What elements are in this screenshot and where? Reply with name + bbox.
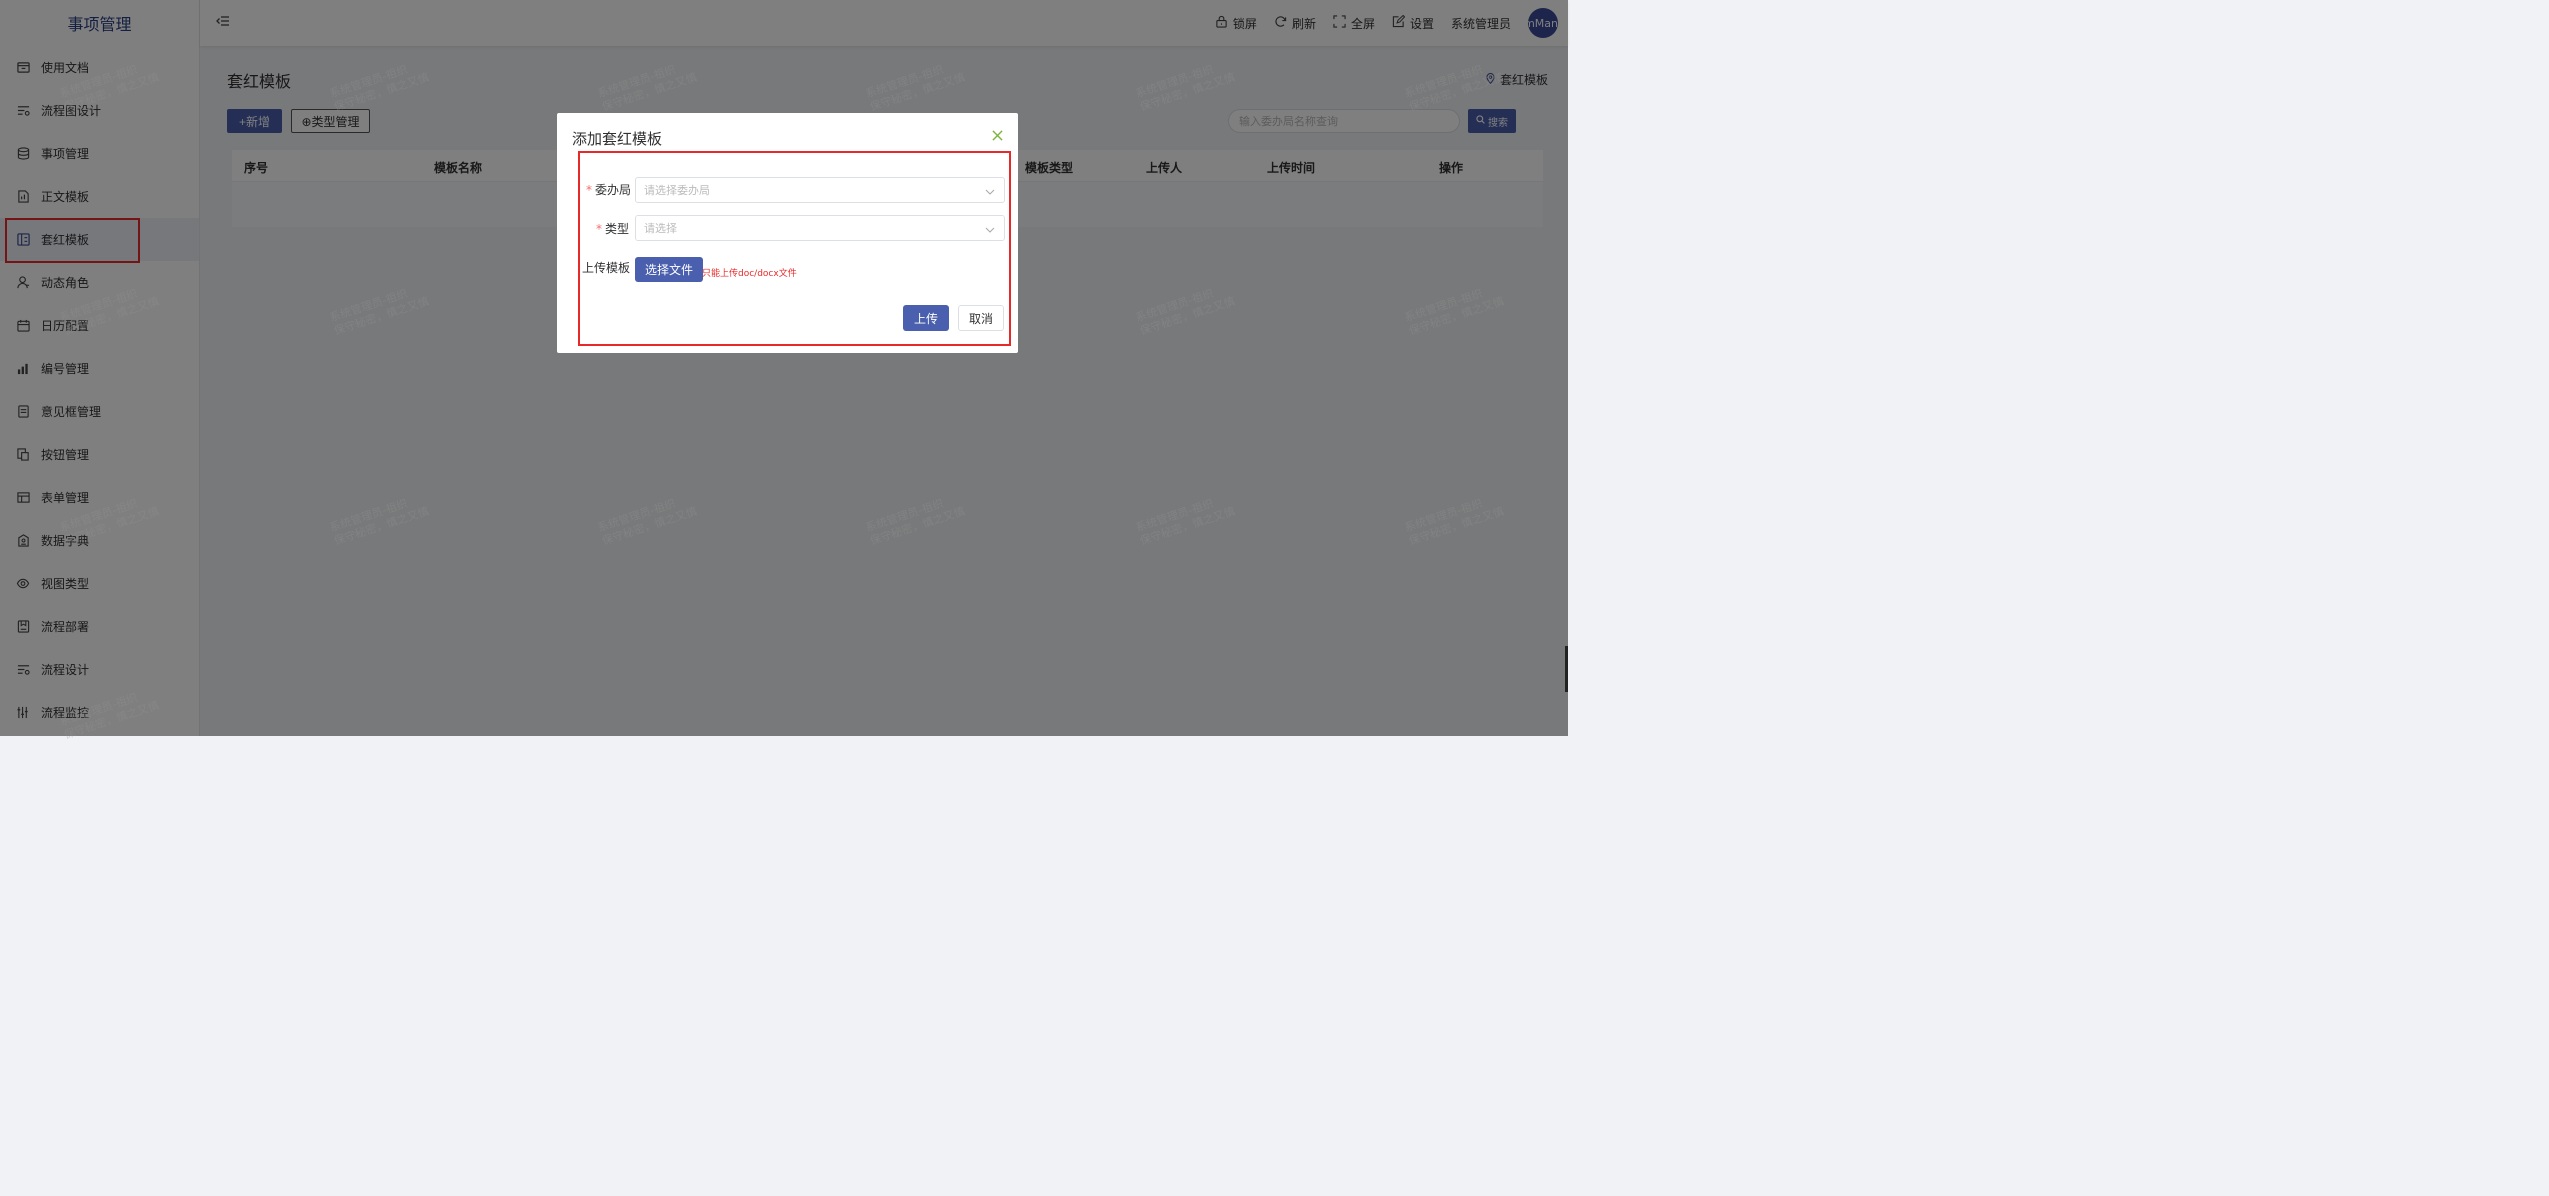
- upload-label: 上传模板: [582, 261, 631, 275]
- scrollbar-thumb[interactable]: [1565, 646, 1568, 692]
- bureau-placeholder: 请选择委办局: [644, 184, 710, 197]
- upload-button[interactable]: 上传: [903, 305, 949, 331]
- close-icon[interactable]: [992, 130, 1004, 142]
- cancel-button[interactable]: 取消: [958, 305, 1004, 331]
- bureau-label: * 委办局: [586, 183, 632, 197]
- type-placeholder: 请选择: [644, 222, 677, 235]
- modal-overlay[interactable]: [0, 0, 1568, 736]
- choose-file-button[interactable]: 选择文件: [635, 257, 703, 282]
- bureau-select[interactable]: 请选择委办局: [635, 177, 1005, 203]
- file-type-hint: 只能上传doc/docx文件: [702, 269, 797, 279]
- add-template-dialog: 添加套红模板 * 委办局 请选择委办局 * 类型 请选择 上传模板 选择文件 只能上…: [557, 113, 1018, 353]
- dialog-title: 添加套红模板: [572, 130, 663, 148]
- chevron-down-icon: [985, 224, 995, 237]
- type-select[interactable]: 请选择: [635, 215, 1005, 241]
- type-label: * 类型: [596, 222, 630, 236]
- upload-form: * 委办局 请选择委办局 * 类型 请选择 上传模板 选择文件 只能上传doc/do…: [578, 151, 1011, 346]
- chevron-down-icon: [985, 186, 995, 199]
